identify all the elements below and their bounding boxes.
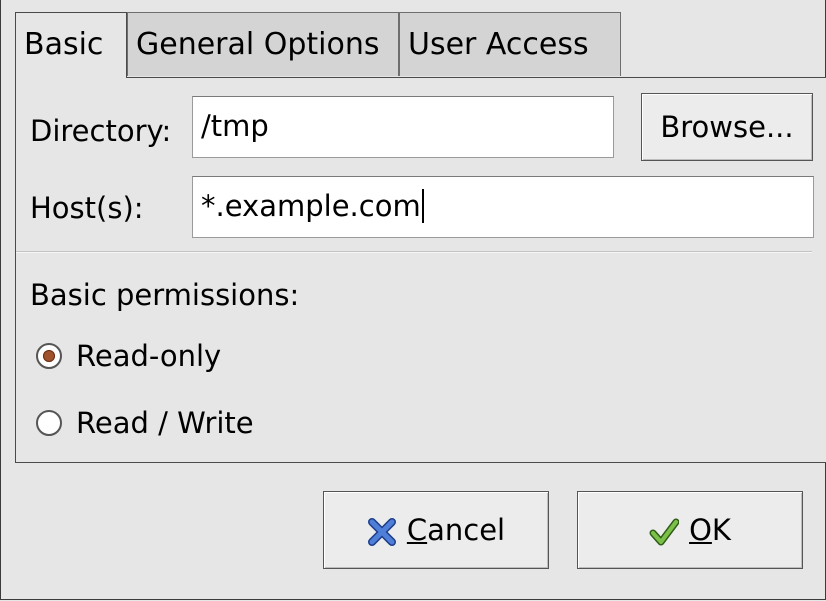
directory-label: Directory: [30,114,172,148]
hosts-label: Host(s): [30,191,144,225]
cancel-x-icon [367,517,397,547]
radio-button-selected[interactable] [36,343,62,369]
radio-read-only[interactable]: Read-only [36,336,221,376]
cancel-mnemonic: C [406,513,428,547]
radio-button-unselected[interactable] [36,410,62,436]
directory-input[interactable]: /tmp [192,96,614,158]
hosts-input-value: *.example.com [201,189,421,223]
radio-read-only-label: Read-only [76,339,222,373]
tab-user-access[interactable]: User Access [399,12,621,76]
cancel-button[interactable]: Cancel [323,491,549,569]
ok-button-label: K [711,513,731,547]
cancel-button-label: ancel [427,513,506,547]
text-caret [421,189,424,223]
tab-user-access-label: User Access [408,27,589,62]
browse-button[interactable]: Browse... [641,93,813,161]
tab-basic-label: Basic [24,27,104,62]
tab-general-options[interactable]: General Options [127,12,399,76]
radio-read-write-label: Read / Write [76,406,254,440]
dialog-window: Basic General Options User Access Direct… [0,0,826,600]
ok-checkmark-icon [649,517,680,547]
tab-panel-basic: Directory: /tmp Browse... Host(s): *.exa… [15,77,826,463]
tab-general-options-label: General Options [136,27,380,62]
tab-basic[interactable]: Basic [15,12,127,78]
browse-button-label: Browse... [660,110,794,144]
permissions-heading: Basic permissions: [30,278,300,312]
radio-read-write[interactable]: Read / Write [36,403,254,443]
hosts-input[interactable]: *.example.com [192,176,814,238]
separator [16,251,812,253]
directory-input-value: /tmp [201,109,269,143]
ok-button[interactable]: OK [577,491,803,569]
ok-mnemonic: O [689,513,712,547]
